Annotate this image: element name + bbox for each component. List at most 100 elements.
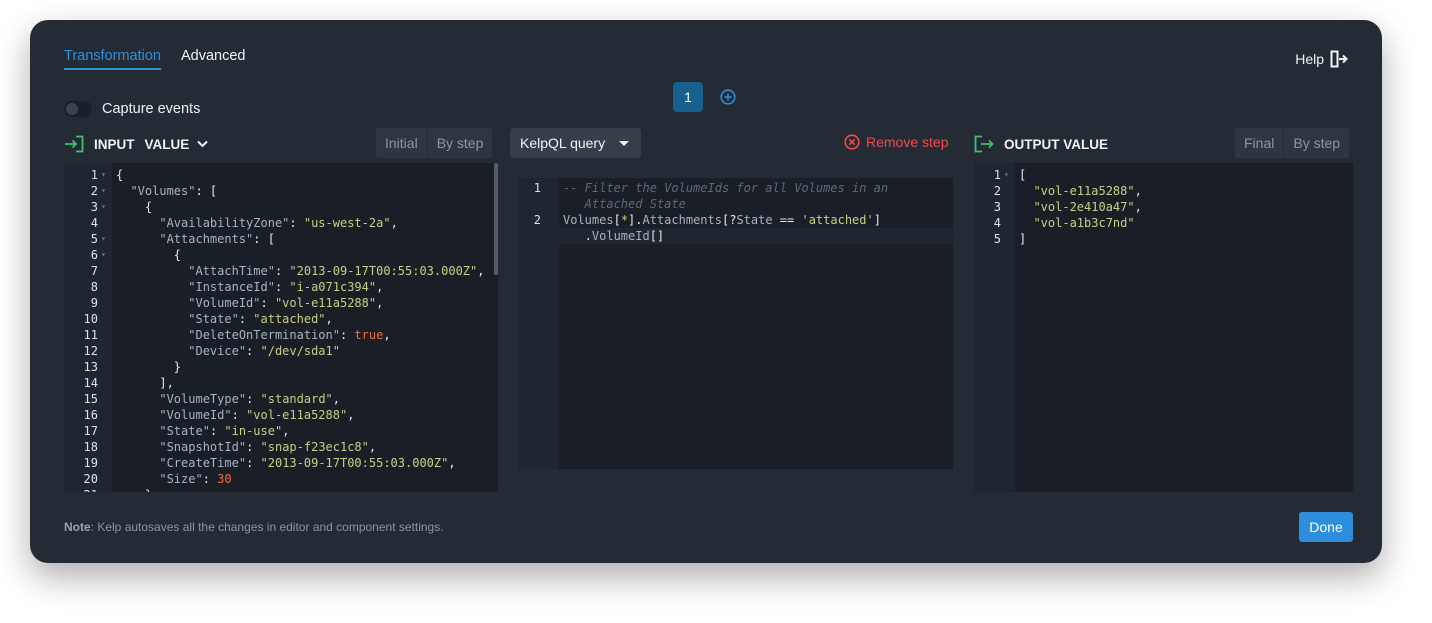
code-token: "SnapshotId" (159, 440, 247, 454)
input-icon (65, 135, 84, 153)
code-text: "VolumeType": "standard", (116, 391, 340, 407)
code-text: ], (116, 375, 173, 391)
fold-toggle-icon[interactable]: ▾ (1004, 167, 1009, 183)
note-text: : Kelp autosaves all the changes in edit… (90, 520, 444, 534)
output-mode-by-step[interactable]: By step (1283, 128, 1349, 158)
code-text: } (116, 359, 181, 375)
code-token: "State" (188, 312, 239, 326)
code-text: "VolumeId": "vol-e11a5288", (116, 407, 354, 423)
done-button[interactable]: Done (1299, 512, 1353, 542)
code-token: , (390, 216, 398, 230)
line-number: 4 (993, 216, 1001, 230)
line-number: 5 (90, 232, 98, 246)
line-number: 16 (83, 408, 98, 422)
code-token: "vol-2e410a47" (1033, 200, 1135, 214)
code-token: : (260, 296, 275, 310)
code-line: 2 ▾ "Volumes": [ (64, 183, 498, 199)
code-token: "DeleteOnTermination" (188, 328, 340, 342)
value-selector[interactable]: VALUE (145, 137, 209, 152)
code-token: { (116, 248, 182, 262)
code-token: , (477, 264, 485, 278)
add-step-icon[interactable] (720, 89, 736, 105)
code-token: "in-use" (224, 424, 283, 438)
line-number: 17 (83, 424, 98, 438)
fold-toggle-icon[interactable]: ▾ (101, 247, 106, 263)
code-line: 1 ▾ { (64, 167, 498, 183)
code-token: { (116, 200, 153, 214)
fold-toggle-icon[interactable]: ▾ (101, 231, 106, 247)
code-line: 5] (974, 231, 1353, 247)
code-line: 7 "AttachTime": "2013-09-17T00:55:03.000… (64, 263, 498, 279)
remove-step-button[interactable]: Remove step (844, 134, 948, 150)
code-token: Attachments (642, 213, 722, 227)
help-button[interactable]: Help (1295, 50, 1348, 68)
query-language-label: KelpQL query (520, 135, 606, 151)
line-number: 21 (64, 487, 98, 492)
code-line: 9 "VolumeId": "vol-e11a5288", (64, 295, 498, 311)
chevron-down-icon (197, 140, 208, 148)
code-token: : (246, 344, 261, 358)
code-token: : (289, 216, 304, 230)
code-token: "Device" (188, 344, 247, 358)
code-token: "VolumeId" (188, 296, 261, 310)
tab-advanced[interactable]: Advanced (181, 48, 246, 64)
line-number: 12 (83, 344, 98, 358)
code-token: 'attached' (801, 213, 874, 227)
code-token: : (202, 472, 218, 486)
code-token: { (116, 168, 124, 182)
code-text: "AttachTime": "2013-09-17T00:55:03.000Z"… (116, 263, 484, 279)
code-token: "VolumeType" (159, 392, 247, 406)
code-token: : (246, 456, 261, 470)
fold-toggle-icon[interactable]: ▾ (101, 167, 106, 183)
code-text: "AvailabilityZone": "us-west-2a", (116, 215, 398, 231)
code-token: [ (613, 213, 621, 227)
code-text: "Volumes": [ (116, 183, 217, 199)
output-mode-final[interactable]: Final (1235, 128, 1283, 158)
code-token: , (347, 408, 355, 422)
line-number: 9 (90, 296, 98, 310)
code-token: , (383, 328, 391, 342)
code-text: "SnapshotId": "snap-f23ec1c8", (116, 439, 376, 455)
code-token: [] (649, 229, 665, 243)
fold-toggle-icon[interactable]: ▾ (101, 183, 106, 199)
input-label: INPUT (94, 136, 135, 152)
code-text: -- Filter the VolumeIds for all Volumes … (563, 180, 888, 196)
input-mode-by-step[interactable]: By step (426, 128, 493, 158)
code-token: "attached" (253, 312, 326, 326)
step-button-1[interactable]: 1 (673, 82, 703, 112)
code-text: "State": "attached", (116, 311, 333, 327)
code-token: "vol-e11a5288" (1033, 184, 1135, 198)
code-line: 17 "State": "in-use", (64, 423, 498, 439)
code-token: "us-west-2a" (303, 216, 391, 230)
code-token: 30 (217, 472, 232, 486)
capture-events-toggle[interactable] (64, 101, 92, 117)
input-json-editor[interactable]: 1 ▾{2 ▾ "Volumes": [3 ▾ {4 "AvailabilityZon… (64, 163, 498, 492)
tab-transformation[interactable]: Transformation (64, 48, 161, 70)
code-token: "Volumes" (130, 184, 196, 198)
code-text: "vol-2e410a47", (1019, 199, 1141, 215)
code-token: : (231, 408, 247, 422)
input-scrollbar[interactable] (494, 163, 498, 275)
code-text: ] (1019, 231, 1026, 247)
query-language-dropdown[interactable]: KelpQL query (510, 128, 641, 158)
code-token: , (1134, 184, 1142, 198)
code-token: , (376, 296, 384, 310)
code-token: : (209, 424, 225, 438)
code-token: , (325, 312, 333, 326)
code-token: -- Filter the VolumeIds for all Volumes … (563, 181, 889, 195)
code-token: , (332, 392, 340, 406)
fold-toggle-icon[interactable]: ▾ (101, 199, 106, 215)
code-token: "vol-e11a5288" (246, 408, 348, 422)
code-text: "DeleteOnTermination": true, (116, 327, 391, 343)
input-mode-initial[interactable]: Initial (376, 128, 427, 158)
query-editor[interactable]: 1 -- Filter the VolumeIds for all Volumes… (518, 178, 953, 469)
